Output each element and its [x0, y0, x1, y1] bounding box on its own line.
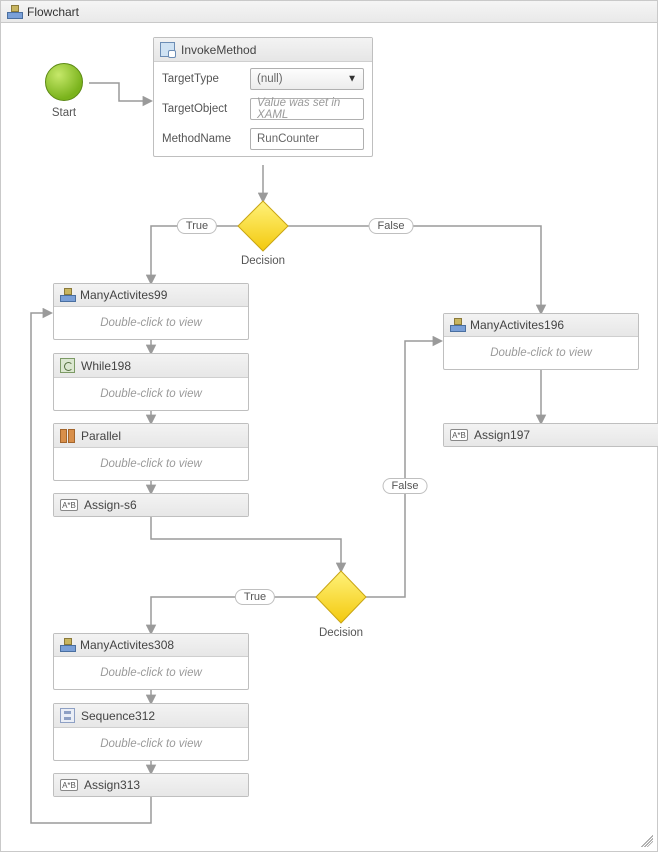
assign313-node[interactable]: A*B Assign313	[53, 773, 249, 797]
decision1-caption: Decision	[241, 255, 285, 267]
assign197-node[interactable]: A*B Assign197	[443, 423, 658, 447]
targettype-value: (null)	[257, 73, 283, 85]
canvas-title: Flowchart	[27, 5, 79, 19]
start-circle-icon	[45, 63, 83, 101]
decision1-false-label: False	[369, 218, 414, 234]
parallel-node[interactable]: Parallel Double-click to view	[53, 423, 249, 481]
targettype-select[interactable]: (null) ▼	[250, 68, 364, 90]
flowchart-icon	[60, 288, 74, 302]
invoke-title: InvokeMethod	[181, 43, 256, 57]
methodname-label: MethodName	[162, 133, 244, 145]
card-title: While198	[81, 359, 131, 373]
assign-icon: A*B	[60, 499, 78, 511]
invoke-method-icon	[160, 42, 175, 57]
chevron-down-icon: ▼	[347, 74, 357, 85]
card-title: Assign-s6	[84, 498, 137, 512]
card-title: ManyActivites196	[470, 318, 564, 332]
assign-s6-node[interactable]: A*B Assign-s6	[53, 493, 249, 517]
card-hint: Double-click to view	[54, 307, 248, 339]
assign-icon: A*B	[450, 429, 468, 441]
card-hint: Double-click to view	[444, 337, 638, 369]
invoke-method-node[interactable]: InvokeMethod TargetType (null) ▼ TargetO…	[153, 37, 373, 157]
invoke-header: InvokeMethod	[154, 38, 372, 62]
manyactivities99-node[interactable]: ManyActivites99 Double-click to view	[53, 283, 249, 340]
card-title: ManyActivites99	[80, 288, 167, 302]
card-hint: Double-click to view	[54, 657, 248, 689]
decision2-caption: Decision	[319, 627, 363, 639]
targetobject-label: TargetObject	[162, 103, 244, 115]
flowchart-icon	[450, 318, 464, 332]
manyactivities308-node[interactable]: ManyActivites308 Double-click to view	[53, 633, 249, 690]
flowchart-icon	[7, 5, 21, 19]
card-hint: Double-click to view	[54, 378, 248, 410]
flowchart-icon	[60, 638, 74, 652]
card-title: Parallel	[81, 429, 121, 443]
card-title: Assign313	[84, 778, 140, 792]
targetobject-placeholder: Value was set in XAML	[257, 97, 357, 121]
decision2-false-label: False	[383, 478, 428, 494]
methodname-input[interactable]: RunCounter	[250, 128, 364, 150]
card-hint: Double-click to view	[54, 728, 248, 760]
while198-node[interactable]: While198 Double-click to view	[53, 353, 249, 411]
sequence312-node[interactable]: Sequence312 Double-click to view	[53, 703, 249, 761]
assign-icon: A*B	[60, 779, 78, 791]
start-label: Start	[39, 107, 89, 119]
decision1-true-label: True	[177, 218, 217, 234]
decision2-true-label: True	[235, 589, 275, 605]
card-hint: Double-click to view	[54, 448, 248, 480]
sequence-icon	[60, 708, 75, 723]
resize-grip-icon[interactable]	[641, 835, 653, 847]
designer-canvas: Flowchart	[0, 0, 658, 852]
start-node[interactable]: Start	[39, 63, 89, 119]
card-title: ManyActivites308	[80, 638, 174, 652]
parallel-icon	[60, 428, 75, 443]
card-title: Assign197	[474, 428, 530, 442]
while-icon	[60, 358, 75, 373]
canvas-header: Flowchart	[1, 1, 657, 23]
card-title: Sequence312	[81, 709, 155, 723]
methodname-value: RunCounter	[257, 133, 319, 145]
targetobject-input[interactable]: Value was set in XAML	[250, 98, 364, 120]
targettype-label: TargetType	[162, 73, 244, 85]
manyactivities196-node[interactable]: ManyActivites196 Double-click to view	[443, 313, 639, 370]
